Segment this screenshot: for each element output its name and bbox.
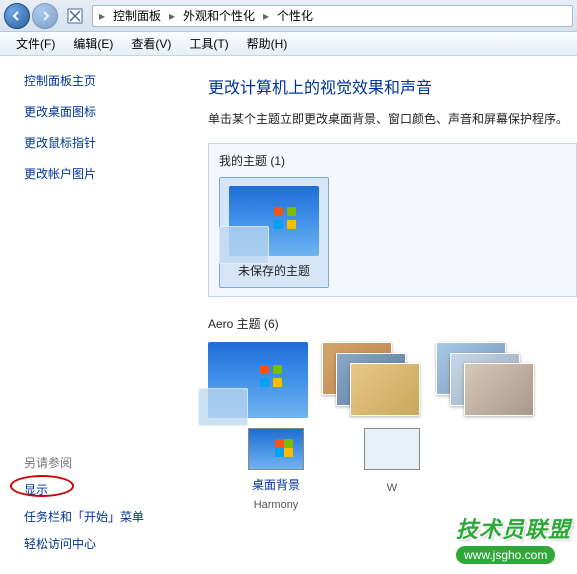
see-also-taskbar[interactable]: 任务栏和「开始」菜单 <box>24 508 178 525</box>
desktop-background-option[interactable]: 桌面背景 Harmony <box>248 428 304 511</box>
main-panel: 更改计算机上的视觉效果和声音 单击某个主题立即更改桌面背景、窗口颜色、声音和屏幕… <box>190 56 577 574</box>
nav-forward-button[interactable] <box>32 3 58 29</box>
sidebar-link-desktop-icons[interactable]: 更改桌面图标 <box>24 103 178 120</box>
menu-help[interactable]: 帮助(H) <box>239 33 296 54</box>
bottom-options: 桌面背景 Harmony W <box>208 428 577 511</box>
menu-view[interactable]: 查看(V) <box>123 33 179 54</box>
breadcrumb-item[interactable]: 控制面板 <box>109 7 165 24</box>
aero-theme-2[interactable] <box>322 342 422 418</box>
theme-item-unsaved[interactable]: 未保存的主题 <box>219 177 329 288</box>
personalization-icon <box>66 7 84 25</box>
menu-edit[interactable]: 编辑(E) <box>65 33 121 54</box>
nav-back-button[interactable] <box>4 3 30 29</box>
chevron-right-icon: ▸ <box>167 9 177 23</box>
page-title: 更改计算机上的视觉效果和声音 <box>208 74 577 98</box>
aero-theme-1[interactable] <box>208 342 308 418</box>
option-sublabel: Harmony <box>254 499 299 511</box>
sidebar-home-link[interactable]: 控制面板主页 <box>24 72 178 89</box>
chevron-right-icon: ▸ <box>261 9 271 23</box>
page-description: 单击某个主题立即更改桌面背景、窗口颜色、声音和屏幕保护程序。 <box>208 110 577 127</box>
sidebar: 控制面板主页 更改桌面图标 更改鼠标指针 更改帐户图片 另请参阅 显示 任务栏和… <box>0 56 190 574</box>
aero-theme-row <box>208 342 577 418</box>
my-themes-section: 我的主题 (1) 未保存的主题 <box>208 143 577 297</box>
aero-theme-3[interactable] <box>436 342 536 418</box>
nav-buttons <box>4 3 58 29</box>
breadcrumb-item[interactable]: 外观和个性化 <box>179 7 259 24</box>
content: 控制面板主页 更改桌面图标 更改鼠标指针 更改帐户图片 另请参阅 显示 任务栏和… <box>0 56 577 574</box>
desktop-bg-thumb <box>248 428 304 470</box>
sidebar-link-account-picture[interactable]: 更改帐户图片 <box>24 165 178 182</box>
option-label: 桌面背景 <box>252 476 300 493</box>
aero-themes-title: Aero 主题 (6) <box>208 315 577 332</box>
see-also-ease-of-access[interactable]: 轻松访问中心 <box>24 535 178 552</box>
window-color-thumb <box>364 428 420 470</box>
breadcrumb[interactable]: ▸ 控制面板 ▸ 外观和个性化 ▸ 个性化 <box>92 5 573 27</box>
chevron-right-icon: ▸ <box>97 9 107 23</box>
menu-tools[interactable]: 工具(T) <box>181 33 236 54</box>
theme-caption: 未保存的主题 <box>238 262 310 279</box>
titlebar: ▸ 控制面板 ▸ 外观和个性化 ▸ 个性化 <box>0 0 577 32</box>
theme-thumbnail <box>229 186 319 256</box>
see-also-display[interactable]: 显示 <box>24 481 178 498</box>
menu-file[interactable]: 文件(F) <box>8 33 63 54</box>
see-also-label: 显示 <box>24 483 48 497</box>
option-sublabel: W <box>387 482 397 494</box>
menubar: 文件(F) 编辑(E) 查看(V) 工具(T) 帮助(H) <box>0 32 577 56</box>
see-also-heading: 另请参阅 <box>24 454 178 471</box>
breadcrumb-item[interactable]: 个性化 <box>273 7 317 24</box>
my-themes-title: 我的主题 (1) <box>219 152 566 169</box>
window-color-option[interactable]: W <box>364 428 420 511</box>
sidebar-link-mouse-pointers[interactable]: 更改鼠标指针 <box>24 134 178 151</box>
